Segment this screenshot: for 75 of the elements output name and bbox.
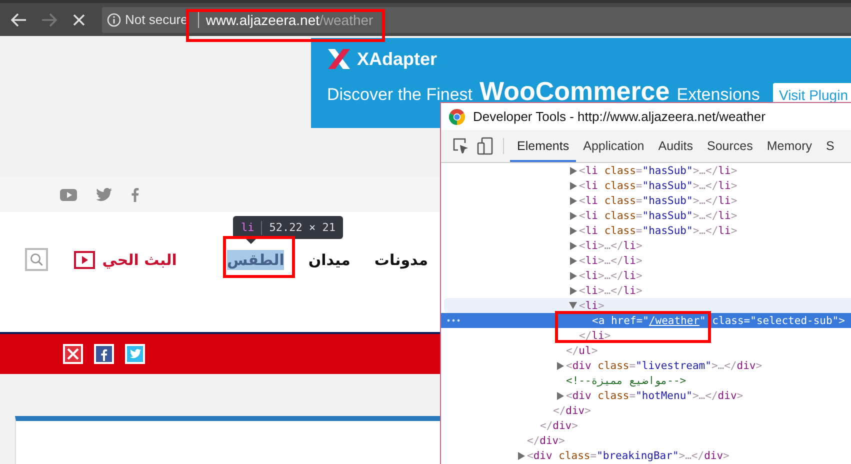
expand-triangle-icon[interactable]: [567, 212, 579, 220]
devtools-tab[interactable]: Elements: [510, 130, 576, 162]
expand-triangle-icon[interactable]: [567, 272, 579, 280]
x-share-icon[interactable]: [63, 344, 83, 364]
hovered-row[interactable]: <li>: [444, 298, 851, 313]
tooltip-size: 52.22 × 21: [269, 221, 336, 234]
code-line: <li>…</li>: [579, 284, 642, 296]
expand-triangle-icon[interactable]: [567, 242, 579, 250]
tooltip-pointer: [245, 238, 257, 244]
devtools-tab[interactable]: Audits: [651, 130, 700, 162]
f-share-icon[interactable]: [94, 344, 114, 364]
search-icon: [30, 253, 44, 266]
code-line: <li class="hasSub">…</li>: [579, 210, 738, 222]
ad-text: Discover the Finest: [327, 85, 472, 105]
highlight-frame: [223, 236, 295, 278]
code-line: </ul>: [566, 344, 598, 356]
url-host: www.aljazeera.net: [206, 12, 320, 28]
code-line: <li>…</li>: [579, 270, 642, 282]
code-line: <li class="hasSub">…</li>: [579, 224, 738, 236]
expand-triangle-icon[interactable]: [554, 392, 566, 400]
expand-triangle-icon[interactable]: [567, 182, 579, 190]
expand-triangle-icon[interactable]: [567, 256, 579, 264]
expand-triangle-icon[interactable]: [567, 286, 579, 294]
devtools-tab[interactable]: Memory: [760, 130, 820, 162]
code-line: <div class="breakingBar">…</div>: [527, 450, 730, 462]
code-line: <div class="hotMenu">…</div>: [566, 390, 744, 402]
code-line: <li class="hasSub">…</li>: [579, 194, 738, 206]
code-line: <li>…</li>: [579, 240, 642, 252]
tooltip-tag: li: [241, 221, 254, 234]
info-icon: [107, 12, 121, 26]
selected-row[interactable]: <a href="/weather" class="selected-sub">: [441, 313, 851, 328]
close-icon: [73, 14, 85, 26]
code-line: </div>: [540, 420, 578, 432]
code-line: <li class="hasSub">…</li>: [579, 164, 738, 176]
forward-arrow-icon: [41, 12, 57, 26]
address-bar[interactable]: Not secure www.aljazeera.net/weather: [102, 6, 851, 32]
play-icon[interactable]: [74, 250, 96, 268]
code-line: <li>…</li>: [579, 254, 642, 266]
search-button[interactable]: [25, 248, 48, 271]
devtools-tab[interactable]: S: [819, 130, 842, 162]
more-dots-icon[interactable]: [447, 319, 460, 322]
expand-triangle-icon[interactable]: [567, 196, 579, 204]
code-line: <li class="hasSub">…</li>: [579, 180, 738, 192]
ad-brand: XAdapter: [357, 48, 438, 70]
back-arrow-icon: [11, 12, 27, 26]
f-letter-icon[interactable]: [131, 188, 139, 202]
bird-icon[interactable]: [96, 188, 112, 201]
security-label: Not secure: [125, 12, 188, 27]
cursor-select-icon: [453, 138, 469, 154]
ad-text: Extensions: [676, 85, 760, 105]
expand-triangle-icon[interactable]: [567, 166, 579, 174]
expand-triangle-icon[interactable]: [554, 362, 566, 370]
live-link[interactable]: البث الحي: [102, 250, 177, 268]
window-title: Developer Tools - http://www.aljazeera.net/weather: [473, 109, 766, 124]
device-icon: [477, 137, 493, 155]
browser-logo-icon: [449, 108, 465, 124]
nav-link[interactable]: ميدان: [308, 250, 350, 270]
code-line: </div>: [553, 404, 591, 416]
devtools-tab[interactable]: Application: [576, 130, 652, 162]
nav-link[interactable]: مدونات: [374, 250, 428, 270]
code-line: <li>: [579, 300, 604, 312]
expand-triangle-icon[interactable]: [515, 452, 527, 460]
nav-link[interactable]: الطقس: [226, 250, 284, 270]
collapse-triangle-icon[interactable]: [567, 302, 579, 309]
x-logo-icon: [327, 48, 351, 70]
code-line: <a href="/weather" class="selected-sub">: [592, 314, 845, 326]
url-path: /weather: [320, 12, 374, 28]
code-line: <div class="livestream">…</div>: [566, 360, 762, 372]
video-play-icon[interactable]: [60, 188, 77, 200]
devtools-tab[interactable]: Sources: [700, 130, 760, 162]
code-line: </li>: [579, 330, 611, 342]
code-line: <!--مواضيع مميزة-->: [566, 374, 686, 386]
code-line: </div>: [527, 434, 565, 446]
ad-product: WooCommerce: [480, 76, 670, 107]
expand-triangle-icon[interactable]: [567, 226, 579, 234]
